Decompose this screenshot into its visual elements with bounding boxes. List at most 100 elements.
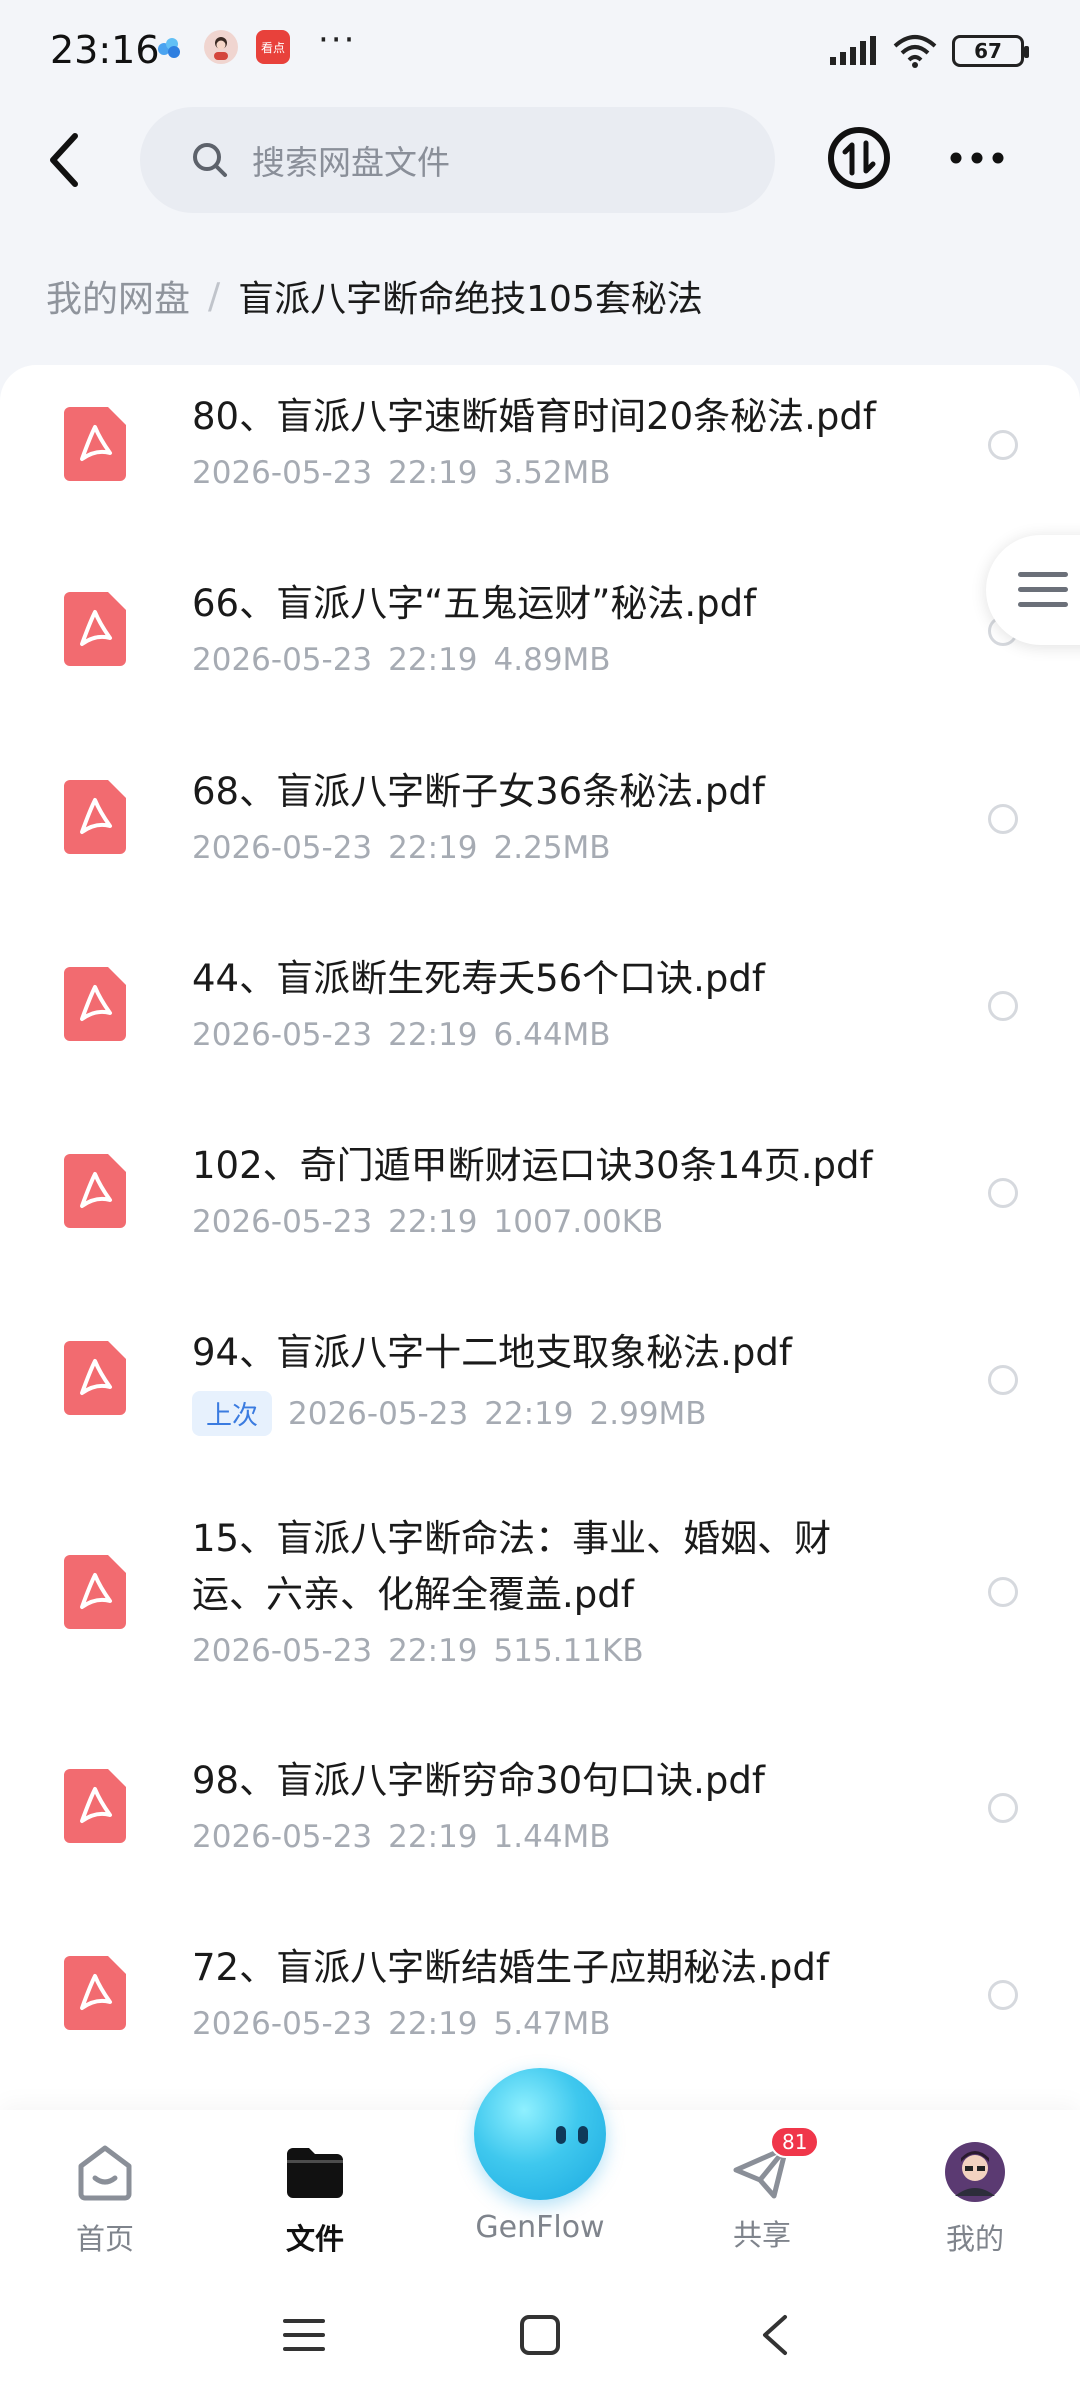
file-date: 2026-05-23 — [192, 642, 373, 678]
breadcrumb-separator: / — [208, 275, 221, 317]
genflow-label: GenFlow — [475, 2210, 605, 2245]
file-date: 2026-05-23 — [192, 455, 373, 491]
file-name: 98、盲派八字断穷命30句口诀.pdf — [192, 1759, 765, 1802]
file-row[interactable]: 68、盲派八字断子女36条秘法.pdf 2026-05-23 22:19 2.2… — [0, 738, 1080, 925]
sort-button[interactable] — [826, 125, 892, 191]
nav-files[interactable]: 文件 — [245, 2140, 385, 2258]
file-date: 2026-05-23 — [192, 1204, 373, 1240]
nav-files-label: 文件 — [285, 2222, 344, 2256]
home-icon — [78, 2145, 132, 2201]
wifi-icon — [893, 35, 937, 68]
select-radio[interactable] — [988, 991, 1018, 1021]
back-icon — [50, 133, 78, 187]
file-meta: 2026-05-23 22:19 515.11KB — [192, 1633, 644, 1669]
nav-home-label: 首页 — [75, 2222, 134, 2256]
select-radio[interactable] — [988, 804, 1018, 834]
file-date: 2026-05-23 — [192, 1819, 373, 1855]
avatar-app-icon — [204, 30, 238, 64]
pdf-icon — [64, 592, 126, 666]
more-button[interactable] — [944, 125, 1010, 191]
last-opened-tag: 上次 — [192, 1391, 273, 1436]
genflow-eye-left — [556, 2126, 566, 2144]
file-size: 2.25MB — [493, 830, 611, 866]
back-system-button[interactable] — [744, 2310, 804, 2360]
news-app-icon: 看点 — [256, 30, 290, 64]
file-time: 22:19 — [388, 642, 478, 678]
file-time: 22:19 — [484, 1395, 574, 1432]
file-time: 22:19 — [388, 1633, 478, 1669]
pdf-icon — [64, 1769, 126, 1843]
genflow-button[interactable] — [474, 2068, 606, 2200]
battery-indicator: 67 — [952, 35, 1029, 67]
nav-home[interactable]: 首页 — [35, 2140, 175, 2258]
file-row[interactable]: 98、盲派八字断穷命30句口诀.pdf 2026-05-23 22:19 1.4… — [0, 1727, 1080, 1914]
nav-share-label: 共享 — [732, 2218, 791, 2252]
file-name-line1: 15、盲派八字断命法：事业、婚姻、财 — [192, 1517, 832, 1560]
file-size: 6.44MB — [493, 1017, 611, 1053]
file-time: 22:19 — [388, 1819, 478, 1855]
pdf-icon — [64, 967, 126, 1041]
file-meta: 2026-05-23 22:19 3.52MB — [192, 455, 611, 491]
pdf-icon — [64, 407, 126, 481]
select-radio[interactable] — [988, 1178, 1018, 1208]
file-name: 44、盲派断生死寿夭56个口诀.pdf — [192, 957, 765, 1000]
genflow-eye-right — [578, 2126, 588, 2144]
file-size: 5.47MB — [493, 2006, 611, 2042]
file-date: 2026-05-23 — [192, 2006, 373, 2042]
file-name: 94、盲派八字十二地支取象秘法.pdf — [192, 1331, 792, 1374]
search-input[interactable]: 搜索网盘文件 — [140, 107, 775, 213]
select-radio[interactable] — [988, 1365, 1018, 1395]
file-row[interactable]: 15、盲派八字断命法：事业、婚姻、财 运、六亲、化解全覆盖.pdf 2026-0… — [0, 1487, 1080, 1727]
file-date: 2026-05-23 — [288, 1395, 469, 1432]
search-icon — [193, 143, 227, 177]
breadcrumb: 我的网盘 / 盲派八字断命绝技105套秘法 — [46, 270, 703, 322]
select-radio[interactable] — [988, 430, 1018, 460]
file-size: 2.99MB — [589, 1395, 707, 1432]
file-meta: 2026-05-23 22:19 2.25MB — [192, 830, 611, 866]
file-meta: 上次 2026-05-23 22:19 2.99MB — [192, 1391, 707, 1436]
select-radio[interactable] — [988, 1980, 1018, 2010]
file-row[interactable]: 44、盲派断生死寿夭56个口诀.pdf 2026-05-23 22:19 6.4… — [0, 925, 1080, 1112]
pdf-icon — [64, 1555, 126, 1629]
nav-share[interactable]: 81 共享 — [692, 2126, 832, 2254]
status-app-icons: 看点 ··· — [152, 20, 356, 64]
folder-icon — [287, 2148, 343, 2198]
more-icon — [950, 152, 1004, 164]
file-date: 2026-05-23 — [192, 830, 373, 866]
file-size: 515.11KB — [493, 1633, 644, 1669]
nav-me[interactable]: 我的 — [905, 2140, 1045, 2258]
file-name: 72、盲派八字断结婚生子应期秘法.pdf — [192, 1946, 829, 1989]
file-row[interactable]: 80、盲派八字速断婚育时间20条秘法.pdf 2026-05-23 22:19 … — [0, 365, 1080, 550]
pdf-icon — [64, 1154, 126, 1228]
home-system-button[interactable] — [510, 2310, 570, 2360]
pdf-icon — [64, 1956, 126, 2030]
file-row[interactable]: 102、奇门遁甲断财运口诀30条14页.pdf 2026-05-23 22:19… — [0, 1112, 1080, 1299]
share-icon-wrap: 81 — [730, 2126, 820, 2204]
breadcrumb-current: 盲派八字断命绝技105套秘法 — [238, 279, 703, 320]
recent-apps-button[interactable] — [274, 2310, 334, 2360]
select-radio[interactable] — [988, 1793, 1018, 1823]
breadcrumb-root[interactable]: 我的网盘 — [46, 270, 190, 322]
header: 搜索网盘文件 — [0, 105, 1080, 215]
file-name: 80、盲派八字速断婚育时间20条秘法.pdf — [192, 395, 876, 438]
cloud-app-icon — [152, 30, 186, 64]
file-time: 22:19 — [388, 455, 478, 491]
select-radio[interactable] — [988, 1577, 1018, 1607]
file-size: 4.89MB — [493, 642, 611, 678]
avatar-icon — [945, 2142, 1005, 2202]
more-notifications-icon: ··· — [318, 20, 357, 60]
file-time: 22:19 — [388, 1017, 478, 1053]
file-meta: 2026-05-23 22:19 6.44MB — [192, 1017, 611, 1053]
file-name: 15、盲派八字断命法：事业、婚姻、财 运、六亲、化解全覆盖.pdf — [192, 1511, 932, 1623]
file-list: 80、盲派八字速断婚育时间20条秘法.pdf 2026-05-23 22:19 … — [0, 365, 1080, 2115]
file-row[interactable]: 66、盲派八字“五鬼运财”秘法.pdf 2026-05-23 22:19 4.8… — [0, 550, 1080, 738]
file-meta: 2026-05-23 22:19 1007.00KB — [192, 1204, 663, 1240]
file-name: 66、盲派八字“五鬼运财”秘法.pdf — [192, 582, 757, 625]
pdf-icon — [64, 1341, 126, 1415]
signal-icon — [830, 36, 876, 65]
file-size: 1.44MB — [493, 1819, 611, 1855]
square-icon — [520, 2315, 560, 2355]
back-button[interactable] — [30, 125, 100, 195]
file-time: 22:19 — [388, 830, 478, 866]
file-row[interactable]: 94、盲派八字十二地支取象秘法.pdf 上次 2026-05-23 22:19 … — [0, 1299, 1080, 1487]
